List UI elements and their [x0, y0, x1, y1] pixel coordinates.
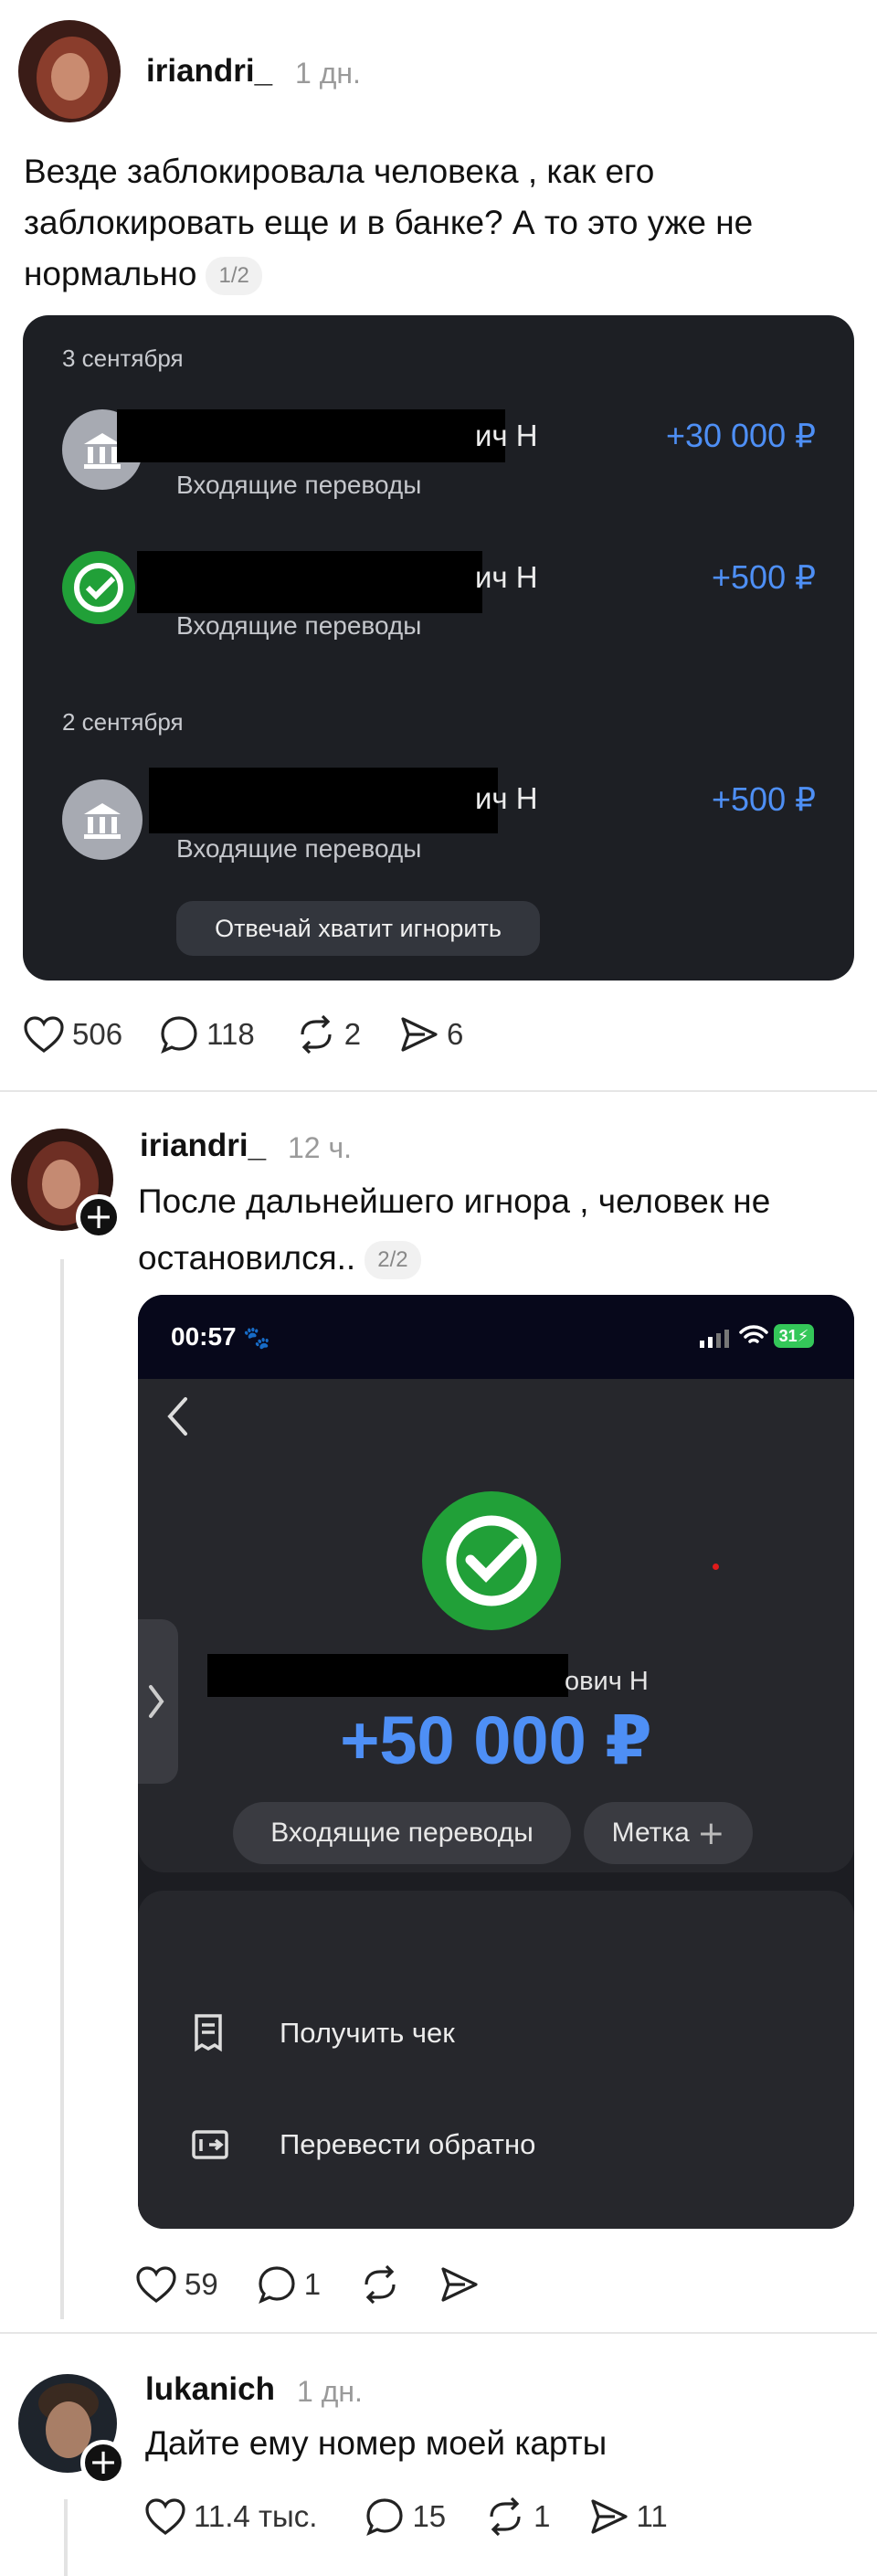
transaction-type: Входящие переводы — [176, 611, 422, 640]
amount: +30 000 ₽ — [665, 417, 816, 454]
username[interactable]: iriandri_ — [140, 1128, 266, 1164]
tag-chip[interactable]: Метка + — [584, 1802, 753, 1864]
follow-plus-icon[interactable]: + — [76, 1194, 122, 1240]
date-header: 3 сентября — [62, 345, 184, 372]
share-icon — [401, 1017, 438, 1052]
signal-icon — [700, 1330, 729, 1348]
message-bubble: Отвечай хватит игнорить — [176, 901, 540, 956]
category-chip[interactable]: Входящие переводы — [233, 1802, 571, 1864]
redacted-name — [149, 768, 498, 833]
avatar[interactable] — [18, 20, 121, 122]
post-actions: 506 118 2 6 — [23, 1014, 463, 1055]
like-button[interactable]: 59 — [135, 2265, 218, 2304]
divider — [0, 1090, 877, 1092]
bank-screenshot[interactable]: 3 сентября ич Н +30 000 ₽ Входящие перев… — [23, 315, 854, 981]
redacted-name — [117, 409, 505, 462]
post-text: Дайте ему номер моей карты — [145, 2424, 608, 2462]
redacted-name — [137, 551, 482, 613]
repost-icon — [301, 1014, 332, 1055]
post-text: После дальнейшего игнора , человек не ос… — [138, 1173, 851, 1287]
heart-icon — [24, 1016, 64, 1053]
post-time: 1 дн. — [295, 57, 361, 90]
transaction-amount: +50 000 ₽ — [340, 1702, 652, 1778]
comment-icon — [366, 2498, 404, 2537]
comment-icon — [258, 2266, 295, 2305]
post-text: Везде заблокировала человека , как его з… — [24, 146, 846, 300]
like-count: 11.4 тыс. — [194, 2499, 318, 2533]
status-bar: 00:57 🐾 31⚡ — [138, 1295, 854, 1379]
sender-name: ович Н — [565, 1667, 649, 1696]
transfer-back-item[interactable]: Перевести обратно — [280, 2128, 535, 2161]
follow-plus-icon[interactable]: + — [80, 2440, 126, 2486]
like-count: 506 — [72, 1017, 123, 1051]
repost-count: 2 — [343, 1017, 362, 1051]
amount: +500 ₽ — [712, 780, 816, 818]
back-icon[interactable] — [165, 1395, 189, 1437]
image-counter: 2/2 — [365, 1241, 421, 1280]
sber-icon — [62, 551, 135, 624]
battery-indicator: 31⚡ — [774, 1324, 814, 1348]
phone-screenshot[interactable]: 00:57 🐾 31⚡ ович Н +50 000 ₽ Входящие пе… — [138, 1295, 854, 2229]
transfer-back-icon — [192, 2130, 228, 2159]
repost-count: 1 — [534, 2499, 551, 2533]
image-counter: 1/2 — [206, 257, 262, 296]
thread-line — [64, 2499, 68, 2576]
comment-button[interactable]: 15 — [365, 2496, 446, 2537]
amount: +500 ₽ — [712, 558, 816, 596]
share-button[interactable] — [439, 2265, 480, 2304]
like-count: 59 — [185, 2267, 218, 2301]
repost-button[interactable] — [359, 2264, 401, 2305]
thread-line — [60, 1259, 64, 2319]
comment-count: 1 — [303, 2267, 322, 2301]
get-receipt-item[interactable]: Получить чек — [280, 2017, 455, 2050]
like-button[interactable]: 506 — [23, 1015, 122, 1054]
post-time: 12 ч. — [288, 1131, 353, 1164]
comment-count: 118 — [206, 1017, 255, 1051]
share-button[interactable]: 6 — [399, 1015, 463, 1054]
share-button[interactable]: 11 — [589, 2497, 668, 2536]
heart-icon — [136, 2266, 176, 2303]
comment-button[interactable]: 1 — [257, 2264, 321, 2305]
share-count: 11 — [636, 2499, 668, 2533]
post-actions: 59 1 — [135, 2264, 480, 2305]
sber-icon — [422, 1491, 561, 1630]
like-button[interactable]: 11.4 тыс. — [144, 2497, 317, 2536]
divider — [0, 2332, 877, 2334]
bank-icon — [62, 779, 143, 860]
comment-icon — [161, 1016, 197, 1055]
share-icon — [590, 2499, 628, 2534]
redacted-name — [207, 1654, 568, 1697]
repost-icon — [365, 2264, 396, 2305]
plus-icon: + — [697, 1815, 725, 1853]
sender-name: ич Н — [475, 781, 538, 815]
repost-button[interactable]: 2 — [295, 1014, 361, 1055]
wifi-icon — [739, 1325, 768, 1343]
post-time: 1 дн. — [297, 2375, 363, 2408]
sender-name: ич Н — [475, 419, 538, 452]
repost-button[interactable]: 1 — [484, 2496, 551, 2537]
heart-icon — [145, 2498, 185, 2535]
red-dot — [713, 1564, 719, 1570]
status-time: 00:57 🐾 — [171, 1322, 271, 1351]
repost-icon — [490, 2496, 521, 2537]
sender-name: ич Н — [475, 560, 538, 594]
actions-menu — [138, 1891, 854, 2229]
date-header: 2 сентября — [62, 708, 184, 736]
comment-button[interactable]: 118 — [159, 1014, 255, 1055]
username[interactable]: lukanich — [145, 2371, 275, 2408]
share-count: 6 — [447, 1017, 464, 1051]
share-icon — [441, 2267, 478, 2302]
comment-count: 15 — [412, 2499, 447, 2533]
username[interactable]: iriandri_ — [146, 53, 272, 90]
receipt-icon — [195, 2014, 222, 2052]
post-actions: 11.4 тыс. 15 1 11 — [144, 2496, 668, 2537]
transaction-type: Входящие переводы — [176, 471, 422, 499]
transaction-type: Входящие переводы — [176, 834, 422, 863]
